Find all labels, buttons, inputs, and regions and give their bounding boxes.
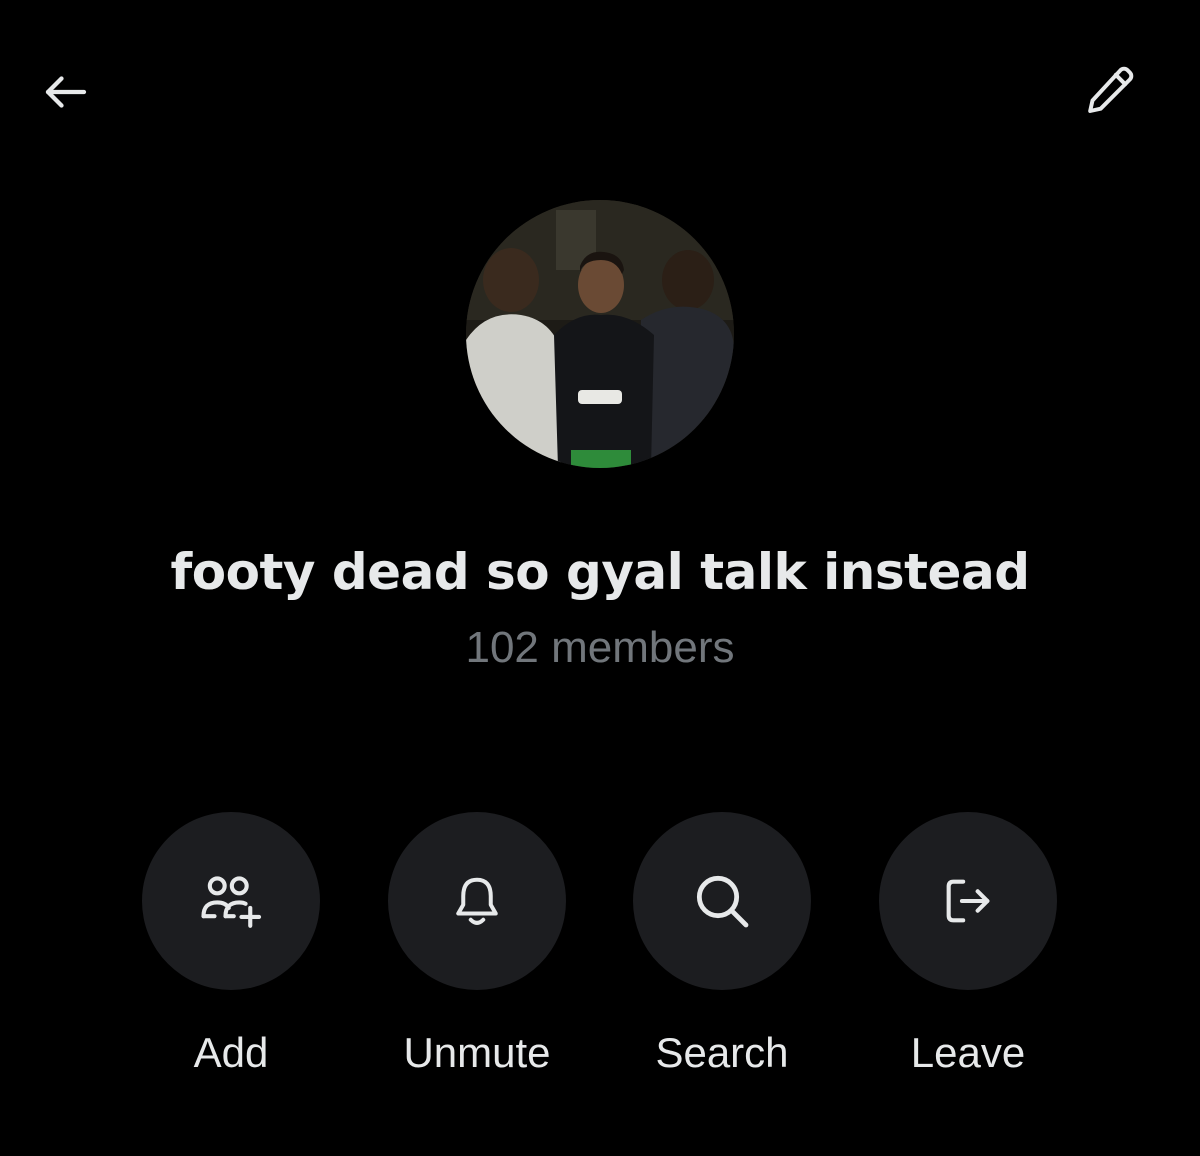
- add-button[interactable]: Add: [111, 812, 351, 1078]
- group-name: footy dead so gyal talk instead: [170, 543, 1030, 601]
- group-photo: [466, 200, 734, 468]
- action-bar: Add Unmute Search Leave: [0, 812, 1200, 1112]
- unmute-button[interactable]: Unmute: [357, 812, 597, 1078]
- top-bar: [0, 0, 1200, 180]
- add-people-icon: [201, 876, 262, 928]
- search-button[interactable]: Search: [602, 812, 842, 1078]
- add-button-circle[interactable]: [142, 812, 320, 990]
- pencil-icon: [1088, 66, 1134, 113]
- add-label: Add: [193, 1029, 269, 1076]
- back-button[interactable]: [30, 56, 102, 128]
- group-avatar[interactable]: [466, 200, 734, 468]
- unmute-label: Unmute: [403, 1029, 551, 1076]
- leave-icon: [946, 879, 990, 923]
- leave-label: Leave: [910, 1029, 1026, 1076]
- search-icon: [696, 875, 749, 928]
- unmute-button-circle[interactable]: [388, 812, 566, 990]
- leave-button-circle[interactable]: [879, 812, 1057, 990]
- search-button-circle[interactable]: [633, 812, 811, 990]
- arrow-left-icon: [45, 76, 87, 108]
- leave-button[interactable]: Leave: [848, 812, 1088, 1078]
- member-count[interactable]: 102 members: [0, 620, 1200, 676]
- edit-button[interactable]: [1074, 54, 1146, 126]
- bell-icon: [456, 877, 498, 925]
- search-label: Search: [655, 1029, 789, 1076]
